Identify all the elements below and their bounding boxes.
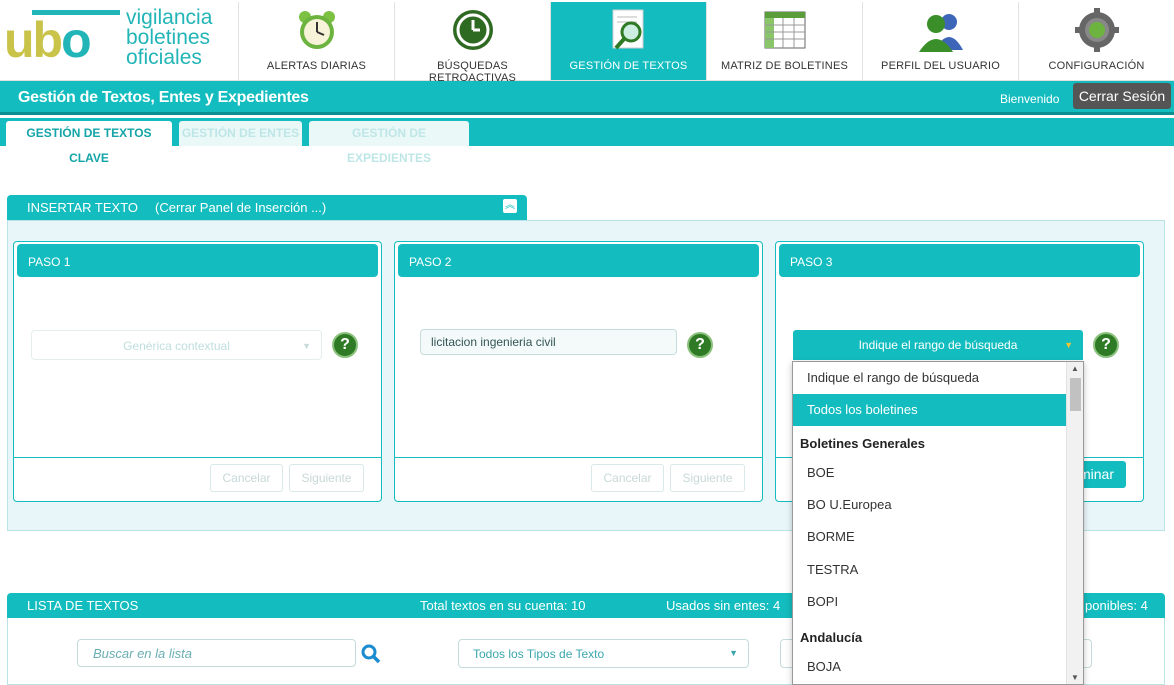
logo-text: vigilancia boletines oficiales [126,6,213,69]
nav-busquedas-retroactivas[interactable]: BÚSQUEDAS RETROACTIVAS [394,2,550,84]
chevron-down-icon: ▼ [1064,340,1073,350]
dropdown-option[interactable]: BO U.Europea [793,489,1067,521]
help-icon[interactable]: ? [1093,332,1119,358]
used-without-entities-count: Usados sin entes: 4 [666,598,781,613]
next-button[interactable]: Siguiente [670,464,745,492]
page-title: Gestión de Textos, Entes y Expedientes [18,89,309,106]
step-1-panel: PASO 1 Genérica contextual ▼ ? Cancelar … [13,241,382,502]
dropdown-group-label: Boletines Generales [800,436,925,451]
text-type-filter-value: Todos los Tipos de Texto [473,647,605,661]
logo-line-2: boletines [126,26,211,49]
app-logo[interactable]: ubo vigilancia boletines oficiales [4,6,244,72]
step-2-title: PASO 2 [398,244,759,277]
history-icon [452,10,493,50]
cancel-button[interactable]: Cancelar [591,464,664,492]
users-icon [918,14,963,52]
list-title: LISTA DE TEXTOS [27,598,139,613]
text-type-filter[interactable]: Todos los Tipos de Texto ▼ [458,639,749,668]
logo-line-1: vigilancia [126,6,213,29]
tab-entes[interactable]: GESTIÓN DE ENTES [179,121,302,146]
gear-icon [1074,8,1119,52]
step-footer-divider [14,457,381,458]
dropdown-option[interactable]: TESTRA [793,554,1067,586]
nav-alertas-diarias[interactable]: ALERTAS DIARIAS [238,2,394,80]
scrollbar-thumb[interactable] [1070,378,1081,411]
search-text-input[interactable]: licitacion ingenieria civil [420,329,677,355]
close-insert-panel-link[interactable]: (Cerrar Panel de Inserción ...) [155,200,326,215]
step-2-panel: PASO 2 licitacion ingenieria civil ? Can… [394,241,763,502]
tab-expedientes[interactable]: GESTIÓN DE EXPEDIENTES [309,121,469,165]
scroll-up-icon[interactable]: ▲ [1071,364,1079,373]
nav-gestion-de-textos[interactable]: GESTIÓN DE TEXTOS [550,2,706,80]
scroll-down-icon[interactable]: ▼ [1071,673,1079,682]
section-title-bar: Gestión de Textos, Entes y Expedientes B… [0,81,1174,115]
next-button[interactable]: Siguiente [289,464,364,492]
dropdown-scrollbar[interactable]: ▲ ▼ [1066,362,1083,684]
dropdown-option[interactable]: BOPI [793,586,1067,618]
help-icon[interactable]: ? [332,332,358,358]
logo-mark-o: o [61,12,92,68]
chevron-down-icon: ▼ [302,341,311,351]
logout-button[interactable]: Cerrar Sesión [1073,83,1171,109]
dropdown-option[interactable]: Indique el rango de búsqueda [793,362,1067,394]
collapse-icon[interactable]: ︽ [503,199,517,213]
dropdown-option[interactable]: BORME [793,521,1067,553]
total-texts-count: Total textos en su cuenta: 10 [420,598,586,613]
dropdown-group-label: Andalucía [800,630,863,645]
help-icon[interactable]: ? [687,332,713,358]
top-navigation: ubo vigilancia boletines oficiales ALERT… [0,0,1174,84]
nav-perfil-del-usuario[interactable]: PERFIL DEL USUARIO [862,2,1018,80]
subtabs-bar: GESTIÓN DE TEXTOS CLAVE GESTIÓN DE ENTES… [0,118,1174,165]
list-search-input[interactable]: Buscar en la lista [77,639,356,667]
text-type-select[interactable]: Genérica contextual ▼ [31,330,322,360]
nav-configuracion[interactable]: CONFIGURACIÓN [1018,2,1174,80]
step-3-title: PASO 3 [779,244,1140,277]
logo-mark-u: u [4,12,35,68]
insert-panel-title: INSERTAR TEXTO [27,200,139,215]
range-dropdown-list: Indique el rango de búsqueda Todos los b… [792,361,1084,685]
nav-label: MATRIZ DE BOLETINES [720,60,849,72]
step-1-title: PASO 1 [17,244,378,277]
chevron-down-icon: ▼ [729,648,738,658]
step-footer-divider [395,457,762,458]
tab-textos-clave[interactable]: GESTIÓN DE TEXTOS CLAVE [6,121,172,165]
magnifier-document-icon [612,9,643,50]
available-count: ponibles: 4 [1085,598,1148,613]
alarm-clock-icon [298,11,335,49]
spreadsheet-icon [764,11,805,49]
insert-panel-header: INSERTAR TEXTO (Cerrar Panel de Inserció… [7,195,527,220]
range-select[interactable]: Indique el rango de búsqueda ▼ [793,330,1083,360]
nav-label: PERFIL DEL USUARIO [881,60,1000,72]
nav-label: ALERTAS DIARIAS [266,60,367,72]
logo-mark: ubo [4,10,92,70]
dropdown-option-selected[interactable]: Todos los boletines [793,394,1067,426]
cancel-button[interactable]: Cancelar [210,464,283,492]
welcome-text: Bienvenido [1000,92,1060,106]
nav-matriz-de-boletines[interactable]: MATRIZ DE BOLETINES [706,2,862,80]
logo-mark-b: b [32,12,64,68]
text-type-select-value: Genérica contextual [123,339,230,353]
dropdown-option[interactable]: BOE [793,457,1067,489]
range-select-value: Indique el rango de búsqueda [858,338,1018,352]
nav-label: CONFIGURACIÓN [1048,60,1145,72]
logo-line-3: oficiales [126,46,202,69]
dropdown-option[interactable]: BOJA [793,651,1067,683]
nav-label: GESTIÓN DE TEXTOS [569,60,688,72]
search-icon[interactable] [360,643,382,665]
